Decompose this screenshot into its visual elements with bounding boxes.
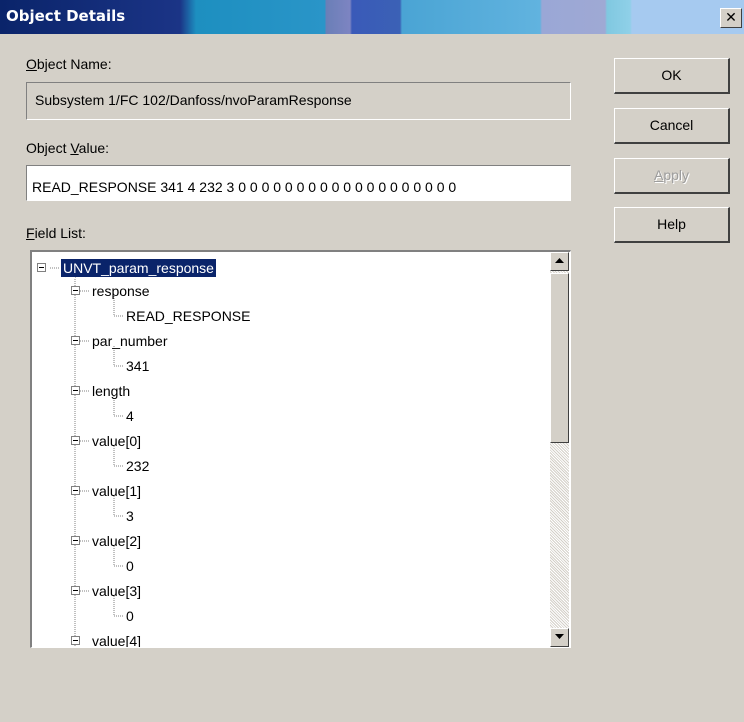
- field-list-tree[interactable]: UNVT_param_response response READ_RESPON…: [30, 250, 571, 648]
- tree-item-par-number[interactable]: par_number: [92, 332, 168, 350]
- collapse-value-1-icon[interactable]: [71, 486, 80, 495]
- scroll-up-button[interactable]: [550, 252, 569, 271]
- object-details-dialog: Object Details ✕ Object Name: Subsystem …: [0, 0, 744, 722]
- collapse-value-2-icon[interactable]: [71, 536, 80, 545]
- arrow-up-icon: [555, 258, 564, 263]
- collapse-value-3-icon[interactable]: [71, 586, 80, 595]
- tree-leaf-value-1[interactable]: 3: [126, 507, 134, 525]
- tree-item-value-0[interactable]: value[0]: [92, 432, 141, 450]
- title-bar[interactable]: Object Details ✕: [0, 0, 744, 34]
- tree-item-value-1[interactable]: value[1]: [92, 482, 141, 500]
- help-button[interactable]: Help: [614, 207, 730, 243]
- collapse-length-icon[interactable]: [71, 386, 80, 395]
- window-title: Object Details: [6, 7, 126, 25]
- tree-leaf-response[interactable]: READ_RESPONSE: [126, 307, 250, 325]
- collapse-par-number-icon[interactable]: [71, 336, 80, 345]
- tree-root-item[interactable]: UNVT_param_response: [60, 258, 217, 278]
- object-name-label: Object Name:: [26, 56, 112, 72]
- tree-item-value-4[interactable]: value[4]: [92, 632, 141, 647]
- tree-leaf-length[interactable]: 4: [126, 407, 134, 425]
- object-value-input[interactable]: [26, 165, 571, 201]
- tree-item-length[interactable]: length: [92, 382, 130, 400]
- tree-leaf-value-0[interactable]: 232: [126, 457, 149, 475]
- object-value-label: Object Value:: [26, 140, 110, 156]
- scrollbar-thumb[interactable]: [550, 273, 569, 443]
- close-icon: ✕: [725, 10, 737, 26]
- field-list-label: Field List:: [26, 225, 86, 241]
- collapse-root-icon[interactable]: [37, 263, 46, 272]
- object-name-field: Subsystem 1/FC 102/Danfoss/nvoParamRespo…: [26, 82, 571, 120]
- close-button[interactable]: ✕: [720, 8, 742, 28]
- collapse-value-0-icon[interactable]: [71, 436, 80, 445]
- tree-item-value-2[interactable]: value[2]: [92, 532, 141, 550]
- tree-item-response[interactable]: response: [92, 282, 150, 300]
- collapse-response-icon[interactable]: [71, 286, 80, 295]
- scroll-down-button[interactable]: [550, 628, 569, 647]
- tree-leaf-value-2[interactable]: 0: [126, 557, 134, 575]
- ok-button[interactable]: OK: [614, 58, 730, 94]
- tree-item-value-3[interactable]: value[3]: [92, 582, 141, 600]
- arrow-down-icon: [555, 634, 564, 639]
- cancel-button[interactable]: Cancel: [614, 108, 730, 144]
- tree-leaf-par-number[interactable]: 341: [126, 357, 149, 375]
- tree-scrollbar[interactable]: [550, 252, 569, 647]
- tree-leaf-value-3[interactable]: 0: [126, 607, 134, 625]
- apply-button[interactable]: Apply: [614, 158, 730, 194]
- collapse-value-4-icon[interactable]: [71, 636, 80, 645]
